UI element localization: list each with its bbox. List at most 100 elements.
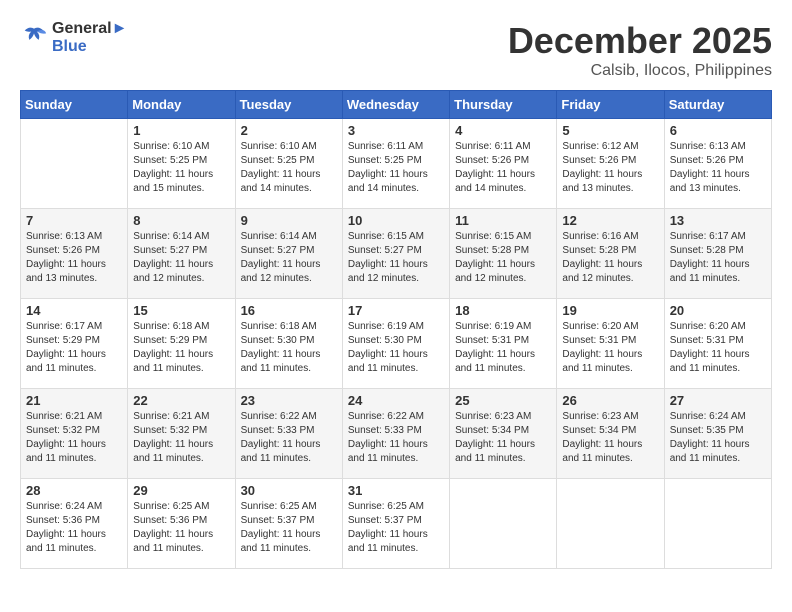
day-number: 29 — [133, 483, 229, 498]
day-info: Sunrise: 6:23 AM Sunset: 5:34 PM Dayligh… — [562, 410, 658, 466]
day-info: Sunrise: 6:25 AM Sunset: 5:37 PM Dayligh… — [241, 500, 337, 556]
day-info: Sunrise: 6:13 AM Sunset: 5:26 PM Dayligh… — [670, 140, 766, 196]
week-row-2: 7 Sunrise: 6:13 AM Sunset: 5:26 PM Daylig… — [21, 209, 772, 299]
day-info: Sunrise: 6:20 AM Sunset: 5:31 PM Dayligh… — [562, 320, 658, 376]
col-header-monday: Monday — [128, 91, 235, 119]
calendar-cell: 22 Sunrise: 6:21 AM Sunset: 5:32 PM Dayli… — [128, 389, 235, 479]
day-number: 26 — [562, 393, 658, 408]
calendar-cell: 7 Sunrise: 6:13 AM Sunset: 5:26 PM Daylig… — [21, 209, 128, 299]
day-info: Sunrise: 6:10 AM Sunset: 5:25 PM Dayligh… — [133, 140, 229, 196]
day-number: 9 — [241, 213, 337, 228]
day-number: 16 — [241, 303, 337, 318]
day-number: 18 — [455, 303, 551, 318]
calendar-cell: 18 Sunrise: 6:19 AM Sunset: 5:31 PM Dayli… — [450, 299, 557, 389]
day-info: Sunrise: 6:21 AM Sunset: 5:32 PM Dayligh… — [133, 410, 229, 466]
calendar-cell — [450, 479, 557, 569]
day-number: 5 — [562, 123, 658, 138]
calendar-cell: 29Sunrise: 6:25 AM Sunset: 5:36 PM Dayli… — [128, 479, 235, 569]
calendar-cell: 24 Sunrise: 6:22 AM Sunset: 5:33 PM Dayli… — [342, 389, 449, 479]
calendar-cell: 19 Sunrise: 6:20 AM Sunset: 5:31 PM Dayli… — [557, 299, 664, 389]
calendar-cell: 31 Sunrise: 6:25 AM Sunset: 5:37 PM Dayli… — [342, 479, 449, 569]
day-info: Sunrise: 6:15 AM Sunset: 5:27 PM Dayligh… — [348, 230, 444, 286]
day-number: 3 — [348, 123, 444, 138]
day-number: 31 — [348, 483, 444, 498]
day-number: 12 — [562, 213, 658, 228]
logo: General► Blue — [20, 20, 127, 56]
header: General► Blue December 2025 Calsib, Iloc… — [20, 20, 772, 80]
calendar-cell — [557, 479, 664, 569]
col-header-friday: Friday — [557, 91, 664, 119]
day-info: Sunrise: 6:16 AM Sunset: 5:28 PM Dayligh… — [562, 230, 658, 286]
calendar-cell: 23Sunrise: 6:22 AM Sunset: 5:33 PM Dayli… — [235, 389, 342, 479]
day-info: Sunrise: 6:21 AM Sunset: 5:32 PM Dayligh… — [26, 410, 122, 466]
calendar-cell: 4Sunrise: 6:11 AM Sunset: 5:26 PM Daylig… — [450, 119, 557, 209]
calendar-cell: 27 Sunrise: 6:24 AM Sunset: 5:35 PM Dayli… — [664, 389, 771, 479]
day-info: Sunrise: 6:18 AM Sunset: 5:30 PM Dayligh… — [241, 320, 337, 376]
col-header-thursday: Thursday — [450, 91, 557, 119]
calendar-cell: 9Sunrise: 6:14 AM Sunset: 5:27 PM Daylig… — [235, 209, 342, 299]
day-number: 19 — [562, 303, 658, 318]
col-header-tuesday: Tuesday — [235, 91, 342, 119]
calendar-cell: 2 Sunrise: 6:10 AM Sunset: 5:25 PM Daylig… — [235, 119, 342, 209]
calendar-cell: 28 Sunrise: 6:24 AM Sunset: 5:36 PM Dayli… — [21, 479, 128, 569]
day-info: Sunrise: 6:10 AM Sunset: 5:25 PM Dayligh… — [241, 140, 337, 196]
day-number: 23 — [241, 393, 337, 408]
day-number: 17 — [348, 303, 444, 318]
day-info: Sunrise: 6:25 AM Sunset: 5:37 PM Dayligh… — [348, 500, 444, 556]
day-number: 30 — [241, 483, 337, 498]
day-info: Sunrise: 6:20 AM Sunset: 5:31 PM Dayligh… — [670, 320, 766, 376]
day-number: 14 — [26, 303, 122, 318]
calendar-cell: 14 Sunrise: 6:17 AM Sunset: 5:29 PM Dayli… — [21, 299, 128, 389]
calendar-cell: 6Sunrise: 6:13 AM Sunset: 5:26 PM Daylig… — [664, 119, 771, 209]
day-number: 2 — [241, 123, 337, 138]
calendar-table: SundayMondayTuesdayWednesdayThursdayFrid… — [20, 90, 772, 569]
day-info: Sunrise: 6:19 AM Sunset: 5:30 PM Dayligh… — [348, 320, 444, 376]
day-info: Sunrise: 6:23 AM Sunset: 5:34 PM Dayligh… — [455, 410, 551, 466]
calendar-cell: 12 Sunrise: 6:16 AM Sunset: 5:28 PM Dayli… — [557, 209, 664, 299]
header-row: SundayMondayTuesdayWednesdayThursdayFrid… — [21, 91, 772, 119]
day-number: 20 — [670, 303, 766, 318]
day-number: 8 — [133, 213, 229, 228]
calendar-cell: 8Sunrise: 6:14 AM Sunset: 5:27 PM Daylig… — [128, 209, 235, 299]
day-info: Sunrise: 6:22 AM Sunset: 5:33 PM Dayligh… — [348, 410, 444, 466]
calendar-cell: 5 Sunrise: 6:12 AM Sunset: 5:26 PM Daylig… — [557, 119, 664, 209]
calendar-cell: 10 Sunrise: 6:15 AM Sunset: 5:27 PM Dayli… — [342, 209, 449, 299]
calendar-cell — [664, 479, 771, 569]
calendar-cell: 16 Sunrise: 6:18 AM Sunset: 5:30 PM Dayli… — [235, 299, 342, 389]
day-number: 22 — [133, 393, 229, 408]
day-number: 27 — [670, 393, 766, 408]
calendar-cell: 25 Sunrise: 6:23 AM Sunset: 5:34 PM Dayli… — [450, 389, 557, 479]
day-number: 21 — [26, 393, 122, 408]
week-row-4: 21 Sunrise: 6:21 AM Sunset: 5:32 PM Dayli… — [21, 389, 772, 479]
day-number: 28 — [26, 483, 122, 498]
day-number: 24 — [348, 393, 444, 408]
day-info: Sunrise: 6:24 AM Sunset: 5:35 PM Dayligh… — [670, 410, 766, 466]
day-info: Sunrise: 6:15 AM Sunset: 5:28 PM Dayligh… — [455, 230, 551, 286]
day-info: Sunrise: 6:17 AM Sunset: 5:29 PM Dayligh… — [26, 320, 122, 376]
col-header-sunday: Sunday — [21, 91, 128, 119]
day-number: 7 — [26, 213, 122, 228]
day-number: 4 — [455, 123, 551, 138]
calendar-cell: 11Sunrise: 6:15 AM Sunset: 5:28 PM Dayli… — [450, 209, 557, 299]
week-row-3: 14 Sunrise: 6:17 AM Sunset: 5:29 PM Dayli… — [21, 299, 772, 389]
location-subtitle: Calsib, Ilocos, Philippines — [508, 62, 772, 80]
logo-icon — [20, 24, 48, 52]
day-number: 10 — [348, 213, 444, 228]
day-info: Sunrise: 6:17 AM Sunset: 5:28 PM Dayligh… — [670, 230, 766, 286]
day-number: 25 — [455, 393, 551, 408]
calendar-cell: 30 Sunrise: 6:25 AM Sunset: 5:37 PM Dayli… — [235, 479, 342, 569]
day-info: Sunrise: 6:11 AM Sunset: 5:25 PM Dayligh… — [348, 140, 444, 196]
day-info: Sunrise: 6:13 AM Sunset: 5:26 PM Dayligh… — [26, 230, 122, 286]
calendar-cell: 26 Sunrise: 6:23 AM Sunset: 5:34 PM Dayli… — [557, 389, 664, 479]
calendar-cell: 15Sunrise: 6:18 AM Sunset: 5:29 PM Dayli… — [128, 299, 235, 389]
calendar-cell: 1 Sunrise: 6:10 AM Sunset: 5:25 PM Daylig… — [128, 119, 235, 209]
day-number: 13 — [670, 213, 766, 228]
calendar-cell: 3 Sunrise: 6:11 AM Sunset: 5:25 PM Daylig… — [342, 119, 449, 209]
week-row-5: 28 Sunrise: 6:24 AM Sunset: 5:36 PM Dayli… — [21, 479, 772, 569]
day-info: Sunrise: 6:24 AM Sunset: 5:36 PM Dayligh… — [26, 500, 122, 556]
calendar-cell: 13 Sunrise: 6:17 AM Sunset: 5:28 PM Dayli… — [664, 209, 771, 299]
day-info: Sunrise: 6:12 AM Sunset: 5:26 PM Dayligh… — [562, 140, 658, 196]
month-title: December 2025 — [508, 20, 772, 62]
day-info: Sunrise: 6:19 AM Sunset: 5:31 PM Dayligh… — [455, 320, 551, 376]
day-number: 1 — [133, 123, 229, 138]
